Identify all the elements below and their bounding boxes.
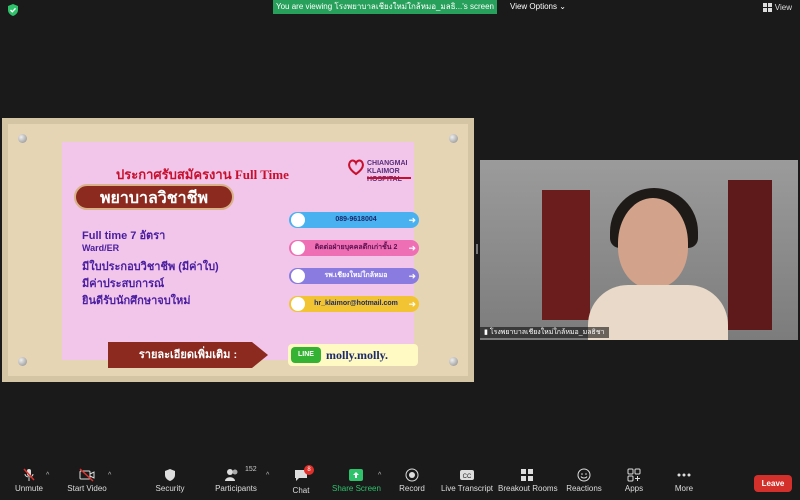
poster-title: ประกาศรับสมัครงาน Full Time: [116, 167, 289, 182]
video-door-right: [728, 180, 772, 330]
security-button[interactable]: Security: [150, 462, 190, 500]
smiley-icon: [577, 468, 591, 482]
chat-button[interactable]: 8 Chat: [287, 462, 315, 500]
leave-button[interactable]: Leave: [754, 475, 792, 492]
microphone-muted-icon: [23, 468, 35, 481]
phone-icon: [291, 213, 305, 227]
svg-text:CC: CC: [463, 474, 472, 480]
view-button[interactable]: View: [762, 3, 792, 12]
position-banner: พยาบาลวิชาชีพ: [74, 184, 234, 210]
apps-icon: [627, 468, 641, 482]
breakout-rooms-icon: [521, 469, 533, 481]
live-transcript-button[interactable]: CC Live Transcript: [440, 462, 494, 500]
logo-name: CHIANGMAI KLAIMOR HOSPITAL: [367, 160, 408, 183]
video-person-face: [618, 198, 688, 288]
apps-label: Apps: [624, 484, 644, 493]
contact-location-text: รพ.เชียงใหม่ใกล้หมอ: [324, 272, 388, 279]
participant-name: โรงพยาบาลเชียงใหม่ใกล้หมอ_มลธิชา: [489, 329, 605, 336]
participants-button[interactable]: 152 Participants: [212, 462, 260, 500]
participants-count: 152: [245, 466, 257, 473]
line-contact: LINE molly.molly.: [288, 344, 418, 366]
reactions-button[interactable]: Reactions: [566, 462, 602, 500]
participants-label: Participants: [215, 484, 257, 493]
job-poster: ประกาศรับสมัครงาน Full Time CHIANGMAI KL…: [62, 142, 419, 368]
bullet-item: มีใบประกอบวิชาชีพ (มีค่าใบ): [82, 261, 219, 273]
contact-person-text: ติดต่อฝ่ายบุคคลตึกเก่าชั้น 2: [314, 244, 398, 251]
breakout-rooms-label: Breakout Rooms: [498, 484, 558, 493]
location-pin-icon: [291, 269, 305, 283]
top-bar: You are viewing โรงพยาบาลเชียงใหม่ใกล้หม…: [0, 0, 800, 18]
contact-email: hr_klaimor@hotmail.com ➜: [289, 296, 419, 312]
viewing-screen-banner: You are viewing โรงพยาบาลเชียงใหม่ใกล้หม…: [273, 0, 497, 14]
meeting-toolbar: Unmute ^ Start Video ^ Security 152 Part…: [0, 462, 800, 500]
logo-underline: [367, 177, 411, 179]
screw-icon: [449, 357, 458, 366]
contact-person: ติดต่อฝ่ายบุคคลตึกเก่าชั้น 2 ➜: [289, 240, 419, 256]
hospital-logo: CHIANGMAI KLAIMOR HOSPITAL: [347, 156, 413, 186]
reactions-label: Reactions: [566, 484, 602, 493]
security-label: Security: [155, 484, 185, 493]
signal-bars-icon: ▮: [484, 329, 488, 336]
bullet-item: ยินดีรับนักศึกษาจบใหม่: [82, 295, 191, 307]
bullet-item: มีค่าประสบการณ์: [82, 278, 165, 290]
contact-phone: 089-9618004 ➜: [289, 212, 419, 228]
participants-icon: [225, 469, 238, 481]
live-transcript-label: Live Transcript: [440, 484, 494, 493]
panel-resize-handle[interactable]: [476, 244, 478, 254]
record-icon: [405, 468, 419, 482]
unmute-label: Unmute: [14, 484, 43, 493]
participants-caret-icon[interactable]: ^: [266, 472, 269, 479]
more-dots-icon: [677, 473, 691, 477]
heart-logo-icon: [348, 159, 364, 176]
view-options-button[interactable]: View Options ⌄: [510, 0, 566, 14]
arrow-right-icon: ➜: [408, 271, 416, 281]
unmute-button[interactable]: Unmute: [10, 462, 48, 500]
arrow-right-icon: ➜: [408, 215, 416, 225]
view-button-label: View: [774, 3, 792, 12]
bullet-item: Ward/ER: [82, 243, 120, 253]
chat-icon-wrap: 8: [293, 465, 314, 484]
apps-button[interactable]: Apps: [622, 462, 646, 500]
line-id: molly.molly.: [326, 348, 389, 362]
contact-location: รพ.เชียงใหม่ใกล้หมอ ➜: [289, 268, 419, 284]
start-video-label: Start Video: [67, 484, 107, 493]
cork-board: ประกาศรับสมัครงาน Full Time CHIANGMAI KL…: [8, 124, 468, 376]
screw-icon: [18, 357, 27, 366]
more-button[interactable]: More: [672, 462, 696, 500]
closed-caption-icon: CC: [460, 470, 474, 480]
participant-video[interactable]: ▮ โรงพยาบาลเชียงใหม่ใกล้หมอ_มลธิชา: [480, 160, 798, 340]
shield-icon: [165, 469, 175, 481]
screw-icon: [449, 134, 458, 143]
bullet-item: Full time 7 อัตรา: [82, 230, 166, 242]
record-label: Record: [399, 484, 425, 493]
contact-phone-text: 089-9618004: [335, 216, 377, 223]
share-screen-arrow-icon: [349, 469, 363, 481]
video-camera-off-icon: [79, 468, 95, 482]
breakout-rooms-button[interactable]: Breakout Rooms: [498, 462, 558, 500]
line-app-icon: LINE: [291, 347, 321, 363]
chat-unread-badge: 8: [304, 465, 314, 475]
security-shield-icon[interactable]: [6, 3, 20, 17]
email-icon: [291, 297, 305, 311]
chat-label: Chat: [292, 486, 310, 495]
arrow-right-icon: ➜: [408, 243, 416, 253]
person-icon: [291, 241, 305, 255]
more-label: More: [674, 484, 694, 493]
video-door-left: [542, 190, 590, 320]
share-screen-label: Share Screen: [332, 484, 381, 493]
arrow-right-icon: ➜: [408, 299, 416, 309]
video-options-caret-icon[interactable]: ^: [108, 472, 111, 479]
audio-options-caret-icon[interactable]: ^: [46, 472, 49, 479]
contact-email-text: hr_klaimor@hotmail.com: [314, 300, 398, 307]
participant-name-label: ▮ โรงพยาบาลเชียงใหม่ใกล้หมอ_มลธิชา: [480, 327, 609, 338]
more-info-arrow: รายละเอียดเพิ่มเติม :: [108, 342, 268, 368]
share-options-caret-icon[interactable]: ^: [378, 472, 381, 479]
screw-icon: [18, 134, 27, 143]
share-screen-button[interactable]: Share Screen: [332, 462, 381, 500]
shared-screen: ประกาศรับสมัครงาน Full Time CHIANGMAI KL…: [2, 118, 474, 382]
start-video-button[interactable]: Start Video: [64, 462, 110, 500]
grid-view-icon: [762, 3, 772, 12]
video-person-body: [588, 285, 728, 340]
record-button[interactable]: Record: [396, 462, 428, 500]
